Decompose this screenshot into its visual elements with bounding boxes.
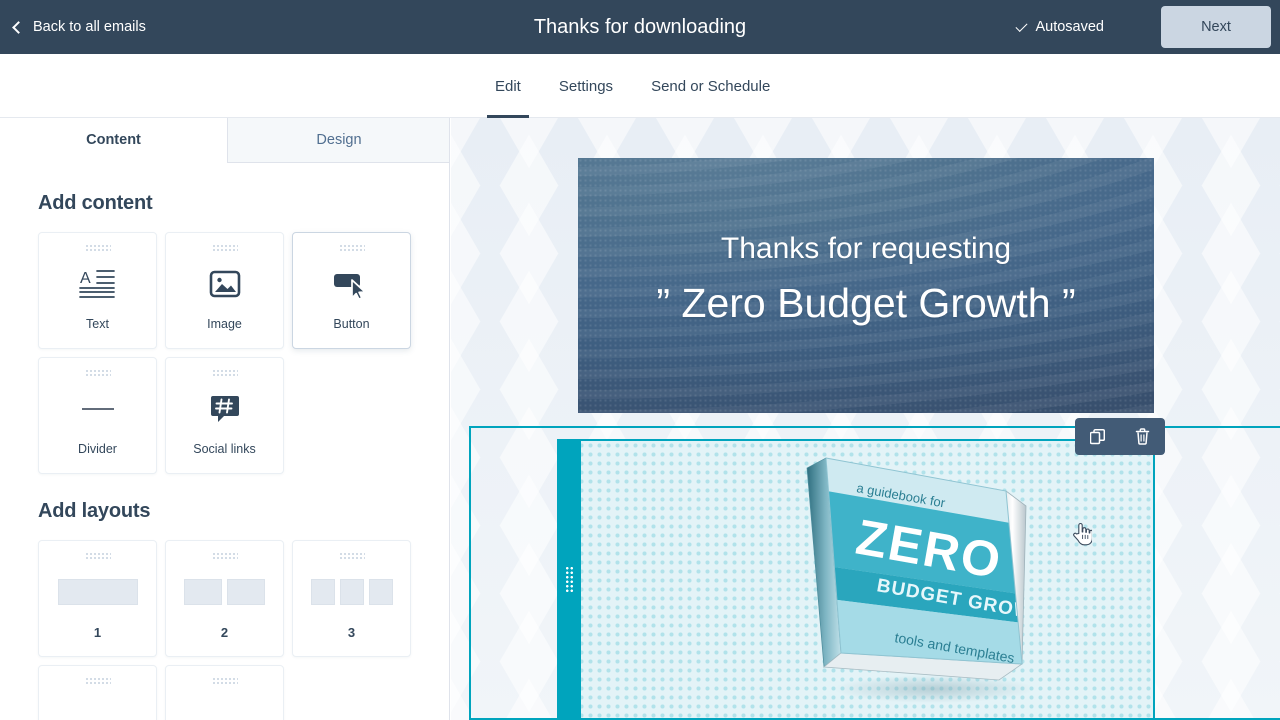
layout-preview xyxy=(310,559,393,625)
content-card-social-links[interactable]: Social links xyxy=(165,357,284,474)
layout-card-label: 2 xyxy=(220,625,229,640)
content-card-label: Image xyxy=(207,317,242,331)
social-hashtag-icon xyxy=(166,376,283,442)
content-card-button[interactable]: Button xyxy=(292,232,411,349)
ebook-cover-image: a guidebook for ZERO BUDGET GROWTH tools… xyxy=(794,446,1054,716)
tab-settings[interactable]: Settings xyxy=(540,54,632,118)
autosave-label: Autosaved xyxy=(1035,19,1104,35)
next-button[interactable]: Next xyxy=(1161,6,1271,48)
drag-grip-icon xyxy=(338,244,365,251)
drag-grip-icon xyxy=(211,369,238,376)
sidebar-tab-design[interactable]: Design xyxy=(227,118,449,163)
main-tabs: Edit Settings Send or Schedule xyxy=(476,54,789,118)
content-card-label: Divider xyxy=(78,442,117,456)
content-card-image[interactable]: Image xyxy=(165,232,284,349)
content-card-label: Button xyxy=(333,317,370,331)
drag-grip-icon xyxy=(84,552,111,559)
layout-card-1[interactable]: 1 xyxy=(38,540,157,657)
sidebar-tabs: Content Design xyxy=(0,118,449,163)
layout-card-2[interactable]: 2 xyxy=(165,540,284,657)
tab-send-or-schedule[interactable]: Send or Schedule xyxy=(632,54,789,118)
top-bar: Back to all emails Thanks for downloadin… xyxy=(0,0,1280,54)
button-cursor-icon xyxy=(293,251,410,317)
hero-line-1: Thanks for requesting xyxy=(720,232,1012,265)
drag-grip-icon xyxy=(211,552,238,559)
content-card-text[interactable]: A Text xyxy=(38,232,157,349)
drag-grip-icon xyxy=(211,244,238,251)
sidebar: Content Design Add content A Text Image … xyxy=(0,118,450,720)
duplicate-button[interactable] xyxy=(1085,424,1111,450)
delete-button[interactable] xyxy=(1130,424,1156,450)
sidebar-tab-content[interactable]: Content xyxy=(0,118,227,163)
block-drag-handle[interactable] xyxy=(557,439,581,720)
content-card-divider[interactable]: Divider xyxy=(38,357,157,474)
layout-card-label: 1 xyxy=(93,625,102,640)
layout-card-3[interactable]: 3 xyxy=(292,540,411,657)
layout-preview xyxy=(184,559,265,625)
add-content-heading: Add content xyxy=(38,192,153,214)
hero-line-2: ” Zero Budget Growth ” xyxy=(656,280,1076,326)
selected-image-block[interactable]: a guidebook for ZERO BUDGET GROWTH tools… xyxy=(557,439,1155,720)
add-layouts-card-grid: 1 2 3 xyxy=(38,540,418,720)
check-icon xyxy=(1015,19,1028,32)
drag-dots-icon xyxy=(564,565,574,594)
layout-card-4[interactable] xyxy=(38,665,157,720)
tab-edit[interactable]: Edit xyxy=(476,54,540,118)
svg-text:A: A xyxy=(80,270,91,287)
autosave-status: Autosaved xyxy=(1015,0,1104,54)
drag-grip-icon xyxy=(338,552,365,559)
layout-card-label: 3 xyxy=(347,625,356,640)
add-layouts-heading: Add layouts xyxy=(38,500,151,522)
add-content-card-grid: A Text Image Button Divider Social links xyxy=(38,232,418,474)
content-card-label: Text xyxy=(86,317,109,331)
main-tab-bar: Edit Settings Send or Schedule Preview T… xyxy=(0,54,1280,157)
layout-preview xyxy=(57,559,138,625)
block-action-toolbar xyxy=(1075,418,1165,455)
drag-grip-icon xyxy=(84,244,111,251)
content-card-label: Social links xyxy=(193,442,256,456)
text-format-icon: A xyxy=(39,251,156,317)
drag-grip-icon xyxy=(84,369,111,376)
back-link-label: Back to all emails xyxy=(33,19,146,35)
layout-card-5[interactable] xyxy=(165,665,284,720)
image-icon xyxy=(166,251,283,317)
email-canvas[interactable]: Thanks for requesting ” Zero Budget Grow… xyxy=(451,118,1280,720)
chevron-left-icon xyxy=(12,20,25,34)
drag-grip-icon xyxy=(211,677,238,684)
email-hero-banner[interactable]: Thanks for requesting ” Zero Budget Grow… xyxy=(578,158,1154,413)
divider-icon xyxy=(39,376,156,442)
drag-grip-icon xyxy=(84,677,111,684)
back-to-all-emails-link[interactable]: Back to all emails xyxy=(12,19,146,35)
